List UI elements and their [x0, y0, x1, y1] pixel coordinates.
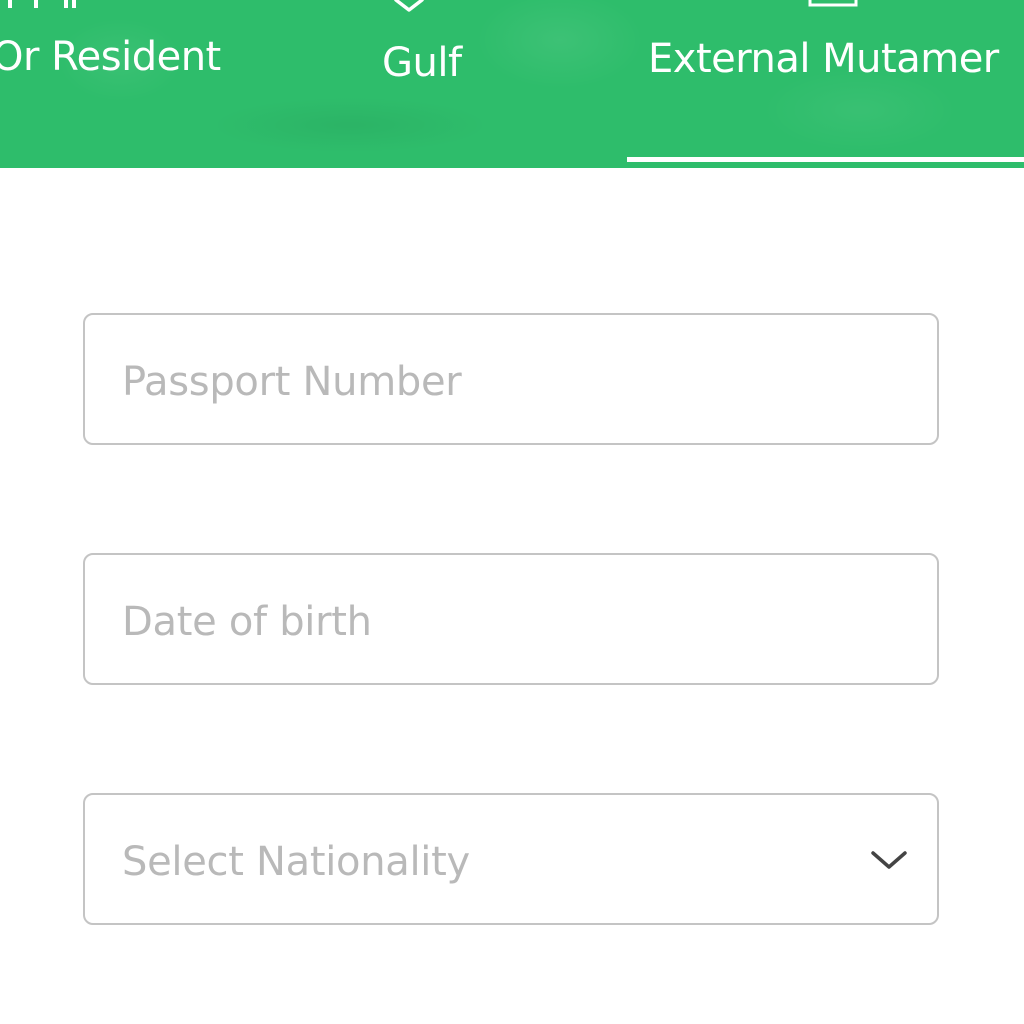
active-tab-indicator [627, 157, 1024, 162]
location-pin-icon [393, 0, 425, 14]
passport-number-field[interactable]: Passport Number [83, 313, 939, 445]
chevron-down-icon[interactable] [869, 849, 909, 871]
tab-external-mutamer[interactable]: External Mutamer [648, 36, 999, 82]
id-card-icon [8, 0, 76, 14]
tab-citizen-or-resident[interactable]: Or Resident [0, 34, 221, 80]
nationality-placeholder: Select Nationality [122, 839, 470, 885]
date-of-birth-placeholder: Date of birth [122, 599, 372, 645]
nationality-select[interactable]: Select Nationality [83, 793, 939, 925]
tab-label: Or Resident [0, 34, 221, 80]
tab-label: External Mutamer [648, 36, 999, 82]
tab-gulf[interactable]: Gulf [382, 40, 462, 86]
passport-number-placeholder: Passport Number [122, 359, 462, 405]
passport-icon [808, 0, 858, 14]
tab-header: Or Resident Gulf External Mutamer [0, 0, 1024, 168]
date-of-birth-field[interactable]: Date of birth [83, 553, 939, 685]
tab-label: Gulf [382, 40, 462, 86]
header-background-image [0, 0, 1024, 168]
